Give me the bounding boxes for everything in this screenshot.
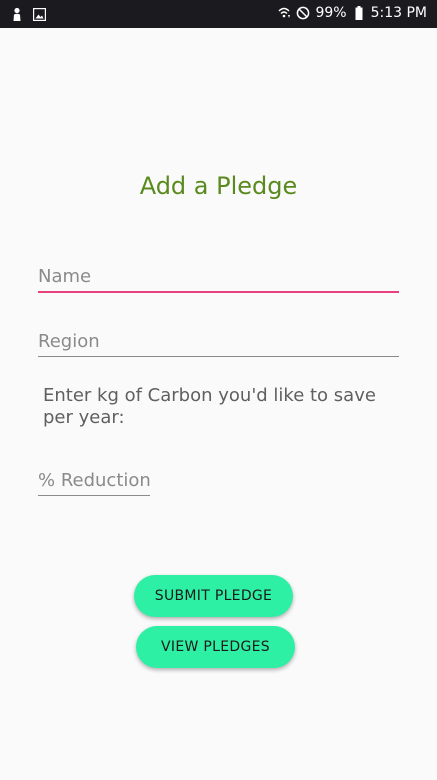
name-underline — [38, 291, 399, 293]
battery-icon — [352, 5, 366, 21]
status-bar-right: 99% 5:13 PM — [277, 5, 427, 21]
page-title: Add a Pledge — [139, 172, 298, 200]
name-input[interactable] — [38, 266, 399, 291]
reduction-field[interactable] — [38, 470, 150, 496]
gallery-icon — [32, 6, 46, 22]
submit-pledge-button[interactable]: SUBMIT PLEDGE — [134, 575, 293, 617]
status-bar-left — [10, 6, 46, 22]
reduction-underline — [38, 495, 150, 496]
wifi-icon — [277, 5, 291, 21]
region-input[interactable] — [38, 331, 399, 356]
clock: 5:13 PM — [370, 5, 427, 21]
do-not-disturb-icon — [296, 5, 310, 21]
name-field[interactable] — [38, 266, 399, 293]
battery-percent: 99% — [315, 5, 347, 21]
view-pledges-button[interactable]: VIEW PLEDGES — [136, 626, 295, 668]
region-underline — [38, 356, 399, 357]
status-bar: 99% 5:13 PM — [0, 0, 437, 28]
reduction-input[interactable] — [38, 470, 150, 495]
notification-person-icon — [10, 6, 24, 22]
carbon-prompt-text: Enter kg of Carbon you'd like to save pe… — [43, 385, 376, 428]
region-field[interactable] — [38, 331, 399, 357]
